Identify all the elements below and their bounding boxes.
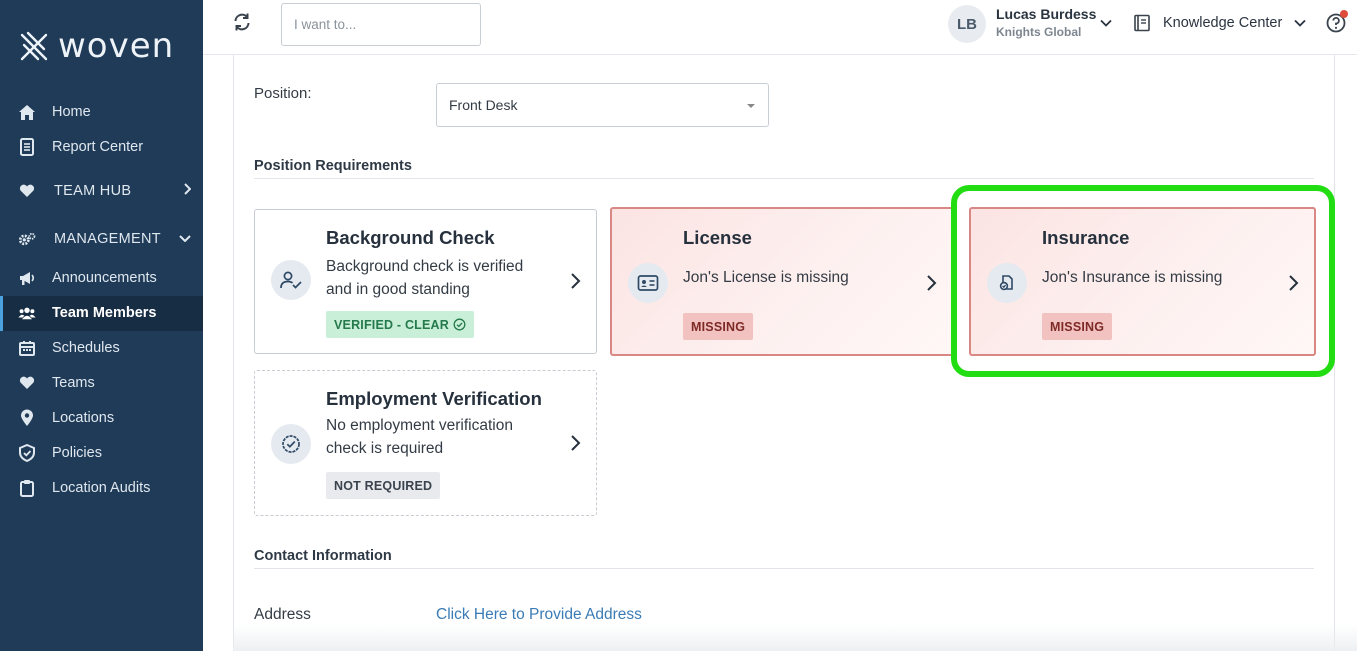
divider (254, 568, 1314, 569)
divider (254, 178, 1314, 179)
heart-icon (18, 374, 36, 392)
id-card-icon (628, 263, 668, 303)
search-input[interactable] (281, 3, 481, 46)
status-badge-label: VERIFIED - CLEAR (334, 317, 450, 332)
status-badge: NOT REQUIRED (326, 472, 441, 499)
woven-logo-icon (20, 31, 48, 61)
sidebar-item-label: Policies (52, 445, 102, 461)
notification-dot (1340, 10, 1348, 18)
sidebar-item-locations[interactable]: Locations (0, 401, 203, 436)
sidebar-item-label: Location Audits (52, 480, 151, 496)
sidebar-item-label: MANAGEMENT (54, 231, 161, 247)
card-description: No employment verification check is requ… (326, 417, 513, 457)
card-description: Background check is verified and in good… (326, 258, 524, 298)
avatar[interactable]: LB (948, 5, 986, 43)
provide-address-link[interactable]: Click Here to Provide Address (436, 606, 642, 624)
status-badge: VERIFIED - CLEAR (326, 311, 475, 338)
requirement-card-background-check[interactable]: Background Check Background check is ver… (254, 209, 597, 354)
sidebar: woven Home Report Center TEAM HUB MANAGE… (0, 0, 203, 651)
calendar-icon (18, 339, 36, 357)
home-icon (18, 103, 36, 121)
refresh-icon[interactable] (232, 12, 252, 32)
check-circle-icon (453, 318, 466, 331)
status-badge: MISSING (1042, 313, 1113, 340)
clipboard-icon (18, 479, 36, 497)
card-title: Insurance (1042, 227, 1130, 248)
sidebar-item-report-center[interactable]: Report Center (0, 130, 203, 165)
sidebar-item-announcements[interactable]: Announcements (0, 261, 203, 296)
heart-icon (18, 182, 36, 200)
sidebar-item-label: Home (52, 104, 91, 120)
chevron-down-icon[interactable] (1099, 16, 1113, 30)
brand-name: woven (58, 26, 175, 66)
sidebar-item-label: Locations (52, 410, 115, 426)
caret-down-icon (747, 104, 755, 108)
scroll-shadow (233, 625, 1357, 651)
sidebar-item-management[interactable]: MANAGEMENT (0, 222, 203, 257)
requirement-card-license[interactable]: License Jon's License is missing MISSING (610, 207, 954, 356)
requirement-card-employment-verification[interactable]: Employment Verification No employment ve… (254, 370, 597, 516)
sidebar-item-label: Report Center (52, 139, 144, 155)
sidebar-item-team-members[interactable]: Team Members (0, 296, 203, 331)
sidebar-item-home[interactable]: Home (0, 95, 203, 130)
sidebar-item-label: Schedules (52, 340, 120, 356)
chevron-right-icon[interactable] (568, 434, 582, 452)
top-bar: LB Lucas Burdess Knights Global Knowledg… (203, 0, 1357, 55)
chevron-down-icon[interactable] (1293, 16, 1307, 30)
sidebar-item-policies[interactable]: Policies (0, 436, 203, 471)
megaphone-icon (18, 269, 36, 287)
card-title: Background Check (326, 227, 495, 248)
contact-information-title: Contact Information (254, 548, 392, 564)
map-pin-icon (18, 409, 36, 427)
sidebar-item-team-hub[interactable]: TEAM HUB (0, 174, 203, 209)
chevron-right-icon (183, 183, 192, 198)
users-icon (18, 304, 36, 322)
user-name[interactable]: Lucas Burdess (996, 6, 1096, 22)
card-description: Jon's License is missing (683, 269, 849, 286)
address-label: Address (254, 606, 311, 623)
position-select[interactable]: Front Desk (436, 83, 769, 127)
gears-icon (18, 230, 36, 248)
sidebar-item-label: Teams (52, 375, 95, 391)
status-badge: MISSING (683, 313, 754, 340)
card-description: Jon's Insurance is missing (1042, 269, 1223, 286)
sidebar-item-label: Announcements (52, 270, 157, 286)
book-icon (1134, 14, 1150, 32)
insurance-hand-icon (987, 263, 1027, 303)
sidebar-item-location-audits[interactable]: Location Audits (0, 471, 203, 506)
check-badge-icon (271, 424, 311, 464)
card-title: License (683, 227, 752, 248)
position-requirements-title: Position Requirements (254, 158, 412, 174)
report-icon (18, 138, 36, 156)
user-check-icon (271, 260, 311, 300)
sidebar-item-schedules[interactable]: Schedules (0, 331, 203, 366)
position-select-value: Front Desk (449, 97, 518, 113)
requirement-card-insurance[interactable]: Insurance Jon's Insurance is missing MIS… (969, 207, 1316, 356)
knowledge-center-menu[interactable]: Knowledge Center (1163, 15, 1282, 31)
chevron-down-icon (179, 231, 191, 245)
card-title: Employment Verification (326, 388, 542, 409)
brand-logo[interactable]: woven (18, 26, 174, 66)
shield-icon (18, 444, 36, 462)
sidebar-item-label: Team Members (52, 305, 157, 321)
position-label: Position: (254, 85, 312, 102)
sidebar-item-label: TEAM HUB (54, 183, 132, 199)
chevron-right-icon[interactable] (924, 274, 938, 292)
user-organization: Knights Global (996, 25, 1082, 39)
chevron-right-icon[interactable] (568, 272, 582, 290)
sidebar-item-teams[interactable]: Teams (0, 366, 203, 401)
chevron-right-icon[interactable] (1286, 274, 1300, 292)
